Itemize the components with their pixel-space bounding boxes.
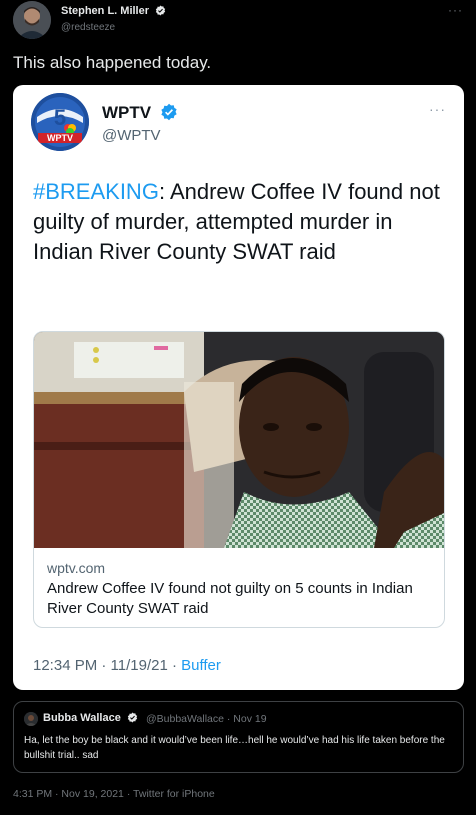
link-preview-card[interactable]: wptv.com Andrew Coffee IV found not guil… (33, 331, 445, 628)
link-title[interactable]: Andrew Coffee IV found not guilty on 5 c… (47, 579, 437, 619)
wptv-logo-text: WPTV (47, 133, 73, 143)
embedded-author-handle[interactable]: @WPTV (102, 127, 161, 144)
verified-badge-icon (127, 712, 138, 723)
more-icon[interactable]: ··· (448, 3, 463, 17)
verified-badge-icon (155, 5, 166, 16)
embedded-tweet-text: #BREAKING: Andrew Coffee IV found not gu… (33, 177, 453, 267)
embedded-timestamp: 12:34 PM · 11/19/21 · Buffer (33, 657, 221, 674)
quoted-author-handle[interactable]: @BubbaWallace · Nov 19 (146, 713, 267, 725)
verified-badge-icon (161, 103, 177, 121)
wptv-logo-number: 5 (54, 105, 66, 130)
author-avatar[interactable] (13, 1, 51, 39)
wptv-logo[interactable]: 5 WPTV (31, 93, 89, 151)
hashtag-link[interactable]: #BREAKING (33, 179, 159, 204)
quoted-tweet[interactable]: Bubba Wallace @BubbaWallace · Nov 19 Ha,… (13, 701, 464, 773)
more-icon[interactable]: ··· (429, 101, 446, 117)
news-photo[interactable] (34, 332, 444, 548)
tweet-header: Stephen L. Miller @redsteeze ··· (13, 1, 463, 39)
embedded-author-name[interactable]: WPTV (102, 103, 178, 123)
link-domain: wptv.com (47, 560, 106, 576)
tweet-timestamp[interactable]: 4:31 PM · Nov 19, 2021 · Twitter for iPh… (13, 788, 215, 800)
author-handle[interactable]: @redsteeze (61, 22, 115, 33)
embedded-tweet-card[interactable]: 5 WPTV WPTV @WPTV ··· #BREAKING: Andrew … (13, 85, 464, 690)
source-link[interactable]: Buffer (181, 657, 221, 674)
quoted-author-name[interactable]: Bubba Wallace (43, 712, 138, 724)
tweet-text: This also happened today. (13, 53, 212, 72)
quoted-author-avatar[interactable] (24, 712, 38, 726)
quoted-tweet-text: Ha, let the boy be black and it would’ve… (24, 735, 445, 761)
author-name[interactable]: Stephen L. Miller (61, 5, 166, 17)
